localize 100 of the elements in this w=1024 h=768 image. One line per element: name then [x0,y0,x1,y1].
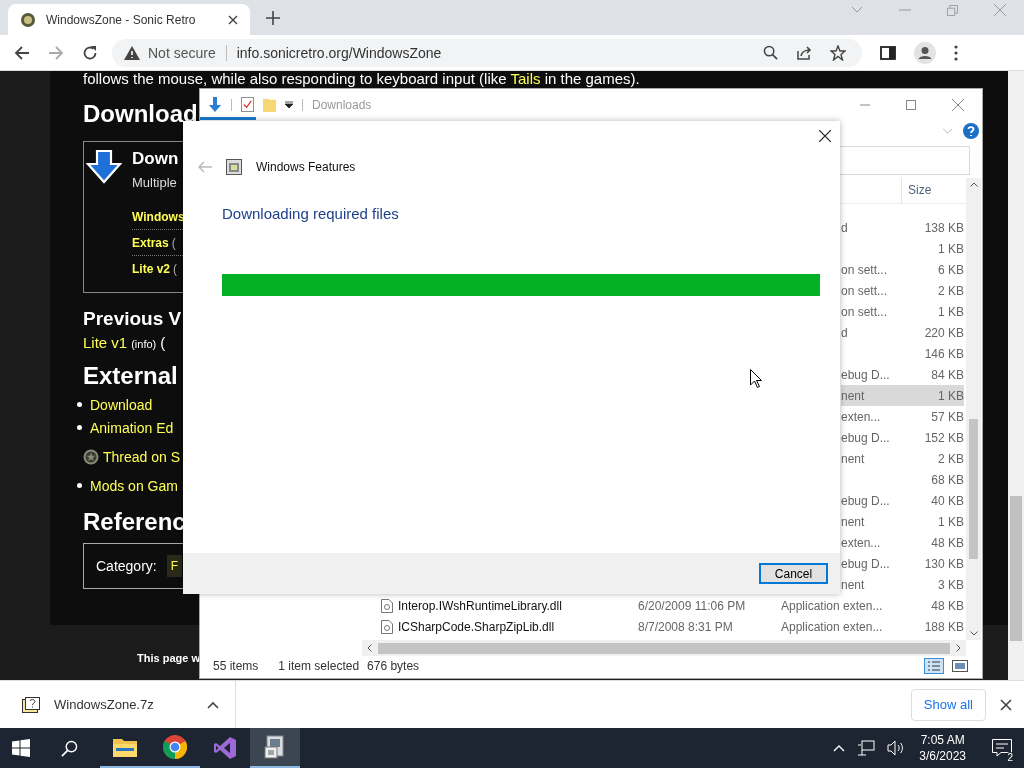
menu-icon[interactable] [954,44,958,61]
file-row[interactable]: nent 1 KB [841,385,964,406]
file-row[interactable]: exten... 57 KB [841,406,964,427]
search-icon[interactable] [763,45,778,60]
checklist-icon[interactable] [241,97,254,112]
file-row[interactable]: nent 2 KB [841,448,964,469]
file-row[interactable]: on sett... 2 KB [841,280,964,301]
version-link[interactable]: Lite v1 [83,334,128,351]
info-link[interactable]: (info) [131,338,157,350]
file-row[interactable]: ebug D... 152 KB [841,427,964,448]
table-cell: 3 KB [938,577,964,592]
link[interactable]: Tails [510,71,541,87]
file-name[interactable]: ICSharpCode.SharpZipLib.dll [398,619,555,634]
network-icon[interactable] [857,740,876,756]
file-row[interactable]: Application exten... 48 KB [781,595,964,616]
close-icon[interactable] [819,130,831,142]
scrollbar[interactable] [362,640,966,656]
file-icon [381,598,393,613]
download-arrow-icon[interactable] [208,96,222,113]
notification-badge: 2 [1005,752,1015,763]
file-row[interactable]: nent 1 KB [841,511,964,532]
scroll-down-icon[interactable] [969,631,978,636]
caret-icon[interactable] [285,100,293,109]
section-heading: Referenc [83,507,186,537]
table-cell: nent [841,514,865,529]
details-view-icon[interactable] [924,658,944,674]
search-icon[interactable] [61,739,78,757]
version-link[interactable]: Windows [132,209,185,224]
browser-tab[interactable]: WindowsZone - Sonic Retro [8,4,250,35]
scroll-right-icon[interactable] [956,644,961,652]
section-heading: Download [83,99,198,129]
reload-icon[interactable] [82,44,98,61]
maximize-icon[interactable] [906,99,916,110]
download-arrow-icon [86,150,122,184]
file-row[interactable]: 1 KB [841,238,964,259]
file-row[interactable]: 146 KB [841,343,964,364]
taskbar-app[interactable] [250,728,300,768]
scrollbar[interactable] [966,178,981,640]
table-cell: 138 KB [924,220,964,235]
cancel-button[interactable]: Cancel [759,563,828,584]
windows-start-icon[interactable] [12,739,30,757]
table-cell: on sett... [841,304,888,319]
file-row[interactable]: 68 KB [841,469,964,490]
file-row[interactable]: on sett... 6 KB [841,259,964,280]
clock-time[interactable]: 7:05 AM [920,732,965,748]
external-link[interactable]: Mods on Gam [90,477,178,494]
file-row[interactable]: exten... 48 KB [841,532,964,553]
version-link[interactable]: Extras [132,235,169,250]
table-cell: 8/7/2008 8:31 PM [638,619,733,634]
table-cell: 57 KB [931,409,964,424]
window-title: Downloads [312,97,372,112]
side-panel-icon[interactable] [880,45,896,60]
setup-icon [226,159,242,175]
category-tag[interactable]: F [166,555,183,577]
file-row[interactable]: d 138 KB [841,217,964,238]
back-arrow-icon[interactable] [14,44,30,61]
bullet-icon [77,402,82,407]
close-icon[interactable] [228,14,238,25]
archive-file-icon [22,696,40,713]
speaker-icon[interactable] [887,740,906,756]
thumbnail-view-icon[interactable] [952,660,968,672]
file-row[interactable]: d 220 KB [841,322,964,343]
star-icon[interactable] [830,44,846,61]
share-icon[interactable] [796,44,812,61]
table-cell: 1 KB [938,514,964,529]
external-link[interactable]: Animation Ed [90,419,174,436]
table-cell: exten... [841,409,881,424]
table-cell: 152 KB [924,430,964,445]
bullet-icon [77,483,82,488]
new-tab-icon[interactable] [266,11,280,25]
table-cell: 188 KB [924,619,964,634]
scrollbar-thumb[interactable] [378,642,950,654]
show-all-button[interactable]: Show all [910,688,986,721]
external-link[interactable]: Thread on S [103,448,181,465]
file-row[interactable]: ebug D... 84 KB [841,364,964,385]
scrollbar[interactable] [1008,71,1024,680]
external-link[interactable]: Download [90,396,153,413]
file-row[interactable]: on sett... 1 KB [841,301,964,322]
scrollbar-thumb[interactable] [1010,496,1022,641]
clock-date[interactable]: 3/6/2023 [919,748,966,764]
scroll-left-icon[interactable] [367,644,372,652]
file-name[interactable]: Interop.IWshRuntimeLibrary.dll [398,598,562,613]
help-icon[interactable] [963,123,979,139]
column-header[interactable]: Size [901,178,932,203]
profile-icon[interactable] [914,41,936,64]
close-icon[interactable] [1000,698,1012,711]
table-cell: 68 KB [931,472,964,487]
address-bar[interactable]: Not secure info.sonicretro.org/WindowsZone [112,38,862,67]
file-row[interactable]: ebug D... 40 KB [841,490,964,511]
file-row[interactable]: ebug D... 130 KB [841,553,964,574]
dialog-title: Windows Features [256,160,356,174]
scrollbar-thumb[interactable] [969,419,978,559]
table-cell: 1 KB [938,241,964,256]
caret-icon[interactable] [207,700,219,709]
file-row[interactable]: nent 3 KB [841,574,964,595]
status-text: 676 bytes [367,659,420,673]
file-row[interactable]: Application exten... 188 KB [781,616,964,637]
version-link[interactable]: Lite v2 [132,261,170,276]
warning-icon [124,45,140,60]
scroll-up-icon[interactable] [969,182,978,187]
